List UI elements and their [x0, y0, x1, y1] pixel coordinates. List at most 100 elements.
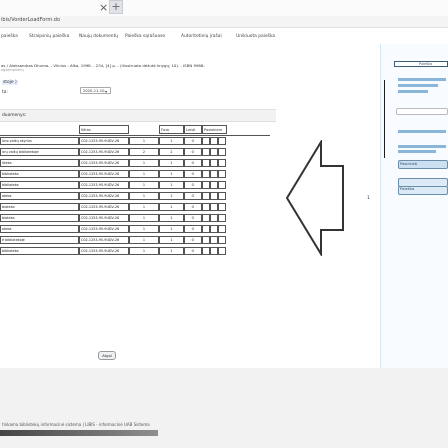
- dues-bar: duomenys:: [0, 109, 276, 122]
- row-checkbox[interactable]: [202, 159, 210, 167]
- page-number: 1: [367, 196, 370, 201]
- status-cell: O: [184, 192, 202, 200]
- tab-close-icon[interactable]: ×: [99, 1, 108, 14]
- call-number-cell: C02-1253-95-9UDV-26: [79, 192, 129, 200]
- row-checkbox[interactable]: [202, 203, 210, 211]
- table-header: šifras Fizio fondas Leisti Pasiekiam: [0, 125, 270, 134]
- sidebar-line: [398, 130, 446, 133]
- row-checkbox[interactable]: [202, 214, 210, 222]
- header-cell-available: Pasiekiam: [202, 125, 227, 134]
- row-checkbox[interactable]: [218, 137, 226, 145]
- location-cell: biblioteka: [0, 170, 79, 178]
- row-checkbox[interactable]: [218, 148, 226, 156]
- status-cell: O: [184, 203, 202, 211]
- nav-item-article-search[interactable]: Straipsnių paieška: [29, 34, 69, 39]
- nav-item-new-documents[interactable]: Naujų dokumentų: [79, 34, 118, 39]
- row-checkbox[interactable]: [218, 181, 226, 189]
- table-row: bioteka C02-1253-95-9UDV-26 1 1 O: [0, 201, 270, 212]
- location-cell: oteka: [0, 225, 79, 233]
- browser-tab-strip: × +: [0, 0, 448, 16]
- location-cell: biblioteka: [0, 181, 79, 189]
- status-cell: O: [184, 181, 202, 189]
- call-number-cell: C02-1253-95-9UDV-26: [79, 247, 129, 255]
- row-checkbox[interactable]: [218, 159, 226, 167]
- row-checkbox[interactable]: [202, 181, 210, 189]
- row-checkbox[interactable]: [218, 170, 226, 178]
- count-cell: 1: [159, 170, 184, 178]
- table-row: biblioteka C02-1253-95-9UDV-26 1 1 O: [0, 179, 270, 190]
- row-checkbox[interactable]: [210, 214, 218, 222]
- row-checkbox[interactable]: [210, 181, 218, 189]
- header-cell-shelf: šifras: [79, 125, 129, 134]
- row-checkbox[interactable]: [218, 225, 226, 233]
- row-checkbox[interactable]: [210, 247, 218, 255]
- count-cell: 1: [159, 192, 184, 200]
- sidebar-input[interactable]: [396, 108, 448, 115]
- copies-cell: 1: [129, 159, 159, 167]
- field-label-date: ta:: [2, 90, 8, 95]
- row-checkbox[interactable]: [210, 159, 218, 167]
- sidebar-line: [398, 150, 436, 153]
- url-bar[interactable]: ibis/VorderLoadForm.do: [0, 16, 448, 28]
- citation-subtext: egzempliorių: [1, 68, 24, 72]
- row-checkbox[interactable]: [210, 203, 218, 211]
- table-row: ūrų vaikų bibliotekoje C02-1253-95-9UDV-…: [0, 146, 270, 157]
- copies-cell: 1: [129, 137, 159, 145]
- call-number-cell: C02-1253-95-9UDV-26: [79, 137, 129, 145]
- count-cell: 1: [159, 247, 184, 255]
- row-checkbox[interactable]: [210, 170, 218, 178]
- bibliographic-citation: as / Aleksandras Dhuma. - Vilnius : Alka…: [1, 63, 205, 68]
- copies-cell: 2: [129, 148, 159, 156]
- chevron-down-icon[interactable]: ▾: [105, 89, 107, 94]
- call-number-cell: C02-1253-95-9UDV-26: [79, 236, 129, 244]
- row-checkbox[interactable]: [202, 236, 210, 244]
- back-button[interactable]: Atgal: [98, 351, 116, 360]
- footer-text: tinkama bibliotekų informacinė sistema |…: [2, 422, 150, 427]
- field-label-title: stoje ): [2, 80, 18, 85]
- row-checkbox[interactable]: [202, 225, 210, 233]
- row-checkbox[interactable]: [218, 236, 226, 244]
- new-tab-button[interactable]: +: [109, 0, 123, 14]
- count-cell: 1: [159, 214, 184, 222]
- sidebar-line: [398, 145, 446, 148]
- status-cell: O: [184, 236, 202, 244]
- row-checkbox[interactable]: [210, 225, 218, 233]
- call-number-cell: C02-1253-95-9UDV-26: [79, 170, 129, 178]
- sidebar-button-label: Paieška: [400, 186, 415, 191]
- call-number-cell: C02-1253-95-9UDV-26: [79, 159, 129, 167]
- row-checkbox[interactable]: [202, 148, 210, 156]
- count-cell: 1: [159, 181, 184, 189]
- row-checkbox[interactable]: [218, 247, 226, 255]
- row-checkbox[interactable]: [210, 137, 218, 145]
- copies-cell: 1: [129, 203, 159, 211]
- location-cell: ūteka: [0, 159, 79, 167]
- row-checkbox[interactable]: [218, 214, 226, 222]
- row-checkbox[interactable]: [202, 247, 210, 255]
- nav-item-search[interactable]: paieška: [1, 34, 18, 39]
- table-row: ė bibliotekoje C02-1253-95-9UDV-26 1 1 O: [0, 234, 270, 245]
- row-checkbox[interactable]: [210, 148, 218, 156]
- row-checkbox[interactable]: [202, 192, 210, 200]
- sidebar-search-box[interactable]: Paieška: [394, 61, 448, 67]
- sidebar-divider-line: [384, 80, 385, 158]
- row-checkbox[interactable]: [202, 170, 210, 178]
- row-checkbox[interactable]: [202, 137, 210, 145]
- nav-item-list-search[interactable]: Paieška sąrašuose: [125, 34, 165, 39]
- row-checkbox[interactable]: [218, 192, 226, 200]
- copies-cell: 1: [129, 236, 159, 244]
- nav-item-authority-records[interactable]: Autoritetinių įrašai: [181, 34, 222, 39]
- location-cell: ūrio vaikų skyrius: [0, 137, 79, 145]
- row-checkbox[interactable]: [218, 203, 226, 211]
- table-row: biblioteka C02-1253-95-9UDV-26 1 1 O: [0, 245, 270, 256]
- copies-cell: 1: [129, 170, 159, 178]
- table-row: oteka C02-1253-95-9UDV-26 1 1 O: [0, 190, 270, 201]
- nav-item-unicode-search[interactable]: Unikiuota paieška: [236, 34, 275, 39]
- table-row: ūteka C02-1253-95-9UDV-26 1 1 O: [0, 157, 270, 168]
- status-cell: O: [184, 148, 202, 156]
- row-checkbox[interactable]: [210, 236, 218, 244]
- sidebar-line: [398, 78, 446, 81]
- count-cell: 2: [159, 148, 184, 156]
- count-cell: 1: [159, 137, 184, 145]
- main-navigation: paieška Straipsnių paieška Naujų dokumen…: [0, 30, 448, 44]
- row-checkbox[interactable]: [210, 192, 218, 200]
